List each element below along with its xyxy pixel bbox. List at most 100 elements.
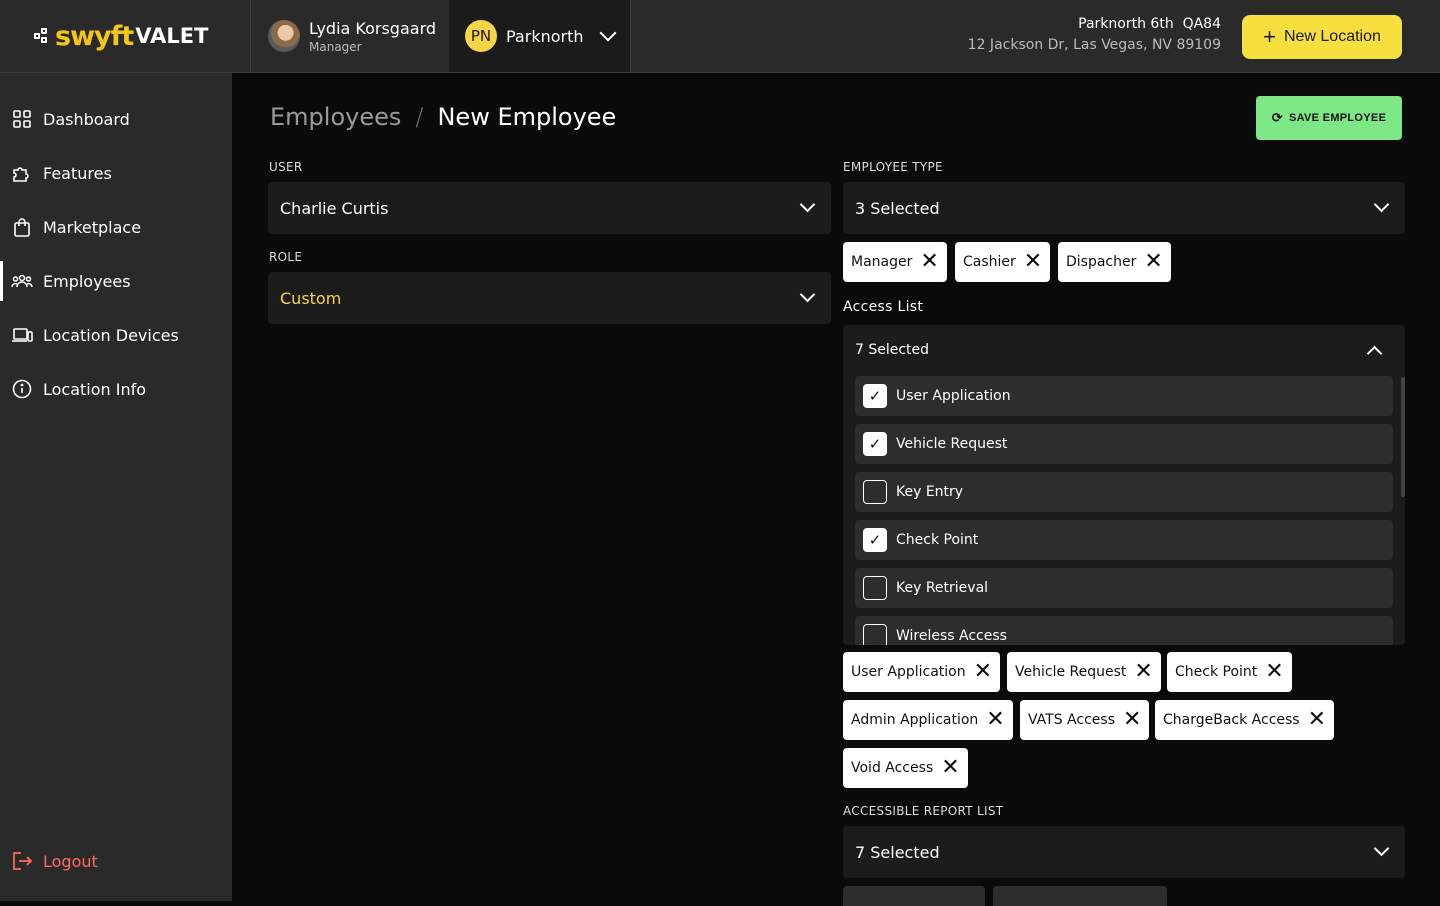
checkbox-unchecked-icon[interactable] (863, 624, 887, 645)
employee-type-chip: Manager ✕ (843, 242, 947, 282)
role-select[interactable]: Custom (268, 272, 831, 324)
chevron-up-icon (1366, 345, 1383, 362)
close-icon[interactable]: ✕ (1144, 251, 1162, 273)
top-bar: swyft VALET Lydia Korsgaard Manager PN P… (0, 0, 1440, 73)
avatar (268, 20, 300, 52)
access-chip: VATS Access ✕ (1020, 700, 1150, 740)
access-option[interactable]: ✓ Check Point (855, 520, 1393, 560)
access-chip: Check Point ✕ (1167, 652, 1292, 692)
option-label: Key Entry (896, 484, 964, 500)
sidebar-item-label: Location Info (43, 379, 147, 399)
access-option[interactable]: ✓ User Application (855, 376, 1393, 416)
option-label: Wireless Access (896, 628, 1007, 644)
save-label: SAVE EMPLOYEE (1288, 112, 1387, 124)
sidebar-item-dashboard[interactable]: Dashboard (0, 99, 232, 139)
logo-mark-icon (34, 28, 50, 44)
close-icon[interactable]: ✕ (986, 709, 1004, 731)
access-list-value: 7 Selected (855, 342, 930, 358)
option-label: Check Point (896, 532, 979, 548)
main-content: Employees / New Employee ⟳ SAVE EMPLOYEE… (232, 73, 1440, 906)
save-employee-button[interactable]: ⟳ SAVE EMPLOYEE (1256, 96, 1402, 140)
user-label: USER (269, 160, 303, 174)
chevron-down-icon (799, 286, 816, 303)
chevron-down-icon (799, 196, 816, 213)
access-chip: ChargeBack Access ✕ (1155, 700, 1335, 740)
sidebar-item-label: Location Devices (43, 325, 179, 345)
employee-type-chip: Cashier ✕ (955, 242, 1051, 282)
user-select[interactable]: Charlie Curtis (268, 182, 831, 234)
user-role: Manager (309, 39, 362, 54)
access-chip: User Application ✕ (843, 652, 1001, 692)
close-icon[interactable]: ✕ (941, 757, 959, 779)
chip-label: ChargeBack Access (1163, 712, 1300, 728)
people-icon (11, 270, 33, 292)
access-option[interactable]: Key Retrieval (855, 568, 1393, 608)
chip-label: Check Point (1175, 664, 1258, 680)
bag-icon (11, 216, 33, 238)
sidebar-item-features[interactable]: Features (0, 153, 232, 193)
breadcrumb-separator: / (415, 103, 424, 131)
checkbox-checked-icon[interactable]: ✓ (863, 432, 887, 456)
location-switcher[interactable]: PN Parknorth (449, 0, 631, 72)
chip-label: Void Access (851, 760, 934, 776)
access-option[interactable]: Key Entry (855, 472, 1393, 512)
close-icon[interactable]: ✕ (1134, 661, 1152, 683)
employee-type-label: EMPLOYEE TYPE (843, 160, 943, 174)
access-chip: Vehicle Request ✕ (1007, 652, 1161, 692)
sidebar-item-location-info[interactable]: Location Info (0, 369, 232, 409)
logout-label: Logout (43, 851, 98, 871)
checkbox-unchecked-icon[interactable] (863, 480, 887, 504)
report-list-value: 7 Selected (855, 842, 940, 862)
sidebar-item-marketplace[interactable]: Marketplace (0, 207, 232, 247)
user-menu[interactable]: Lydia Korsgaard Manager (250, 0, 449, 72)
sidebar-item-label: Features (43, 163, 112, 183)
access-list-label: Access List (843, 299, 924, 315)
user-name: Lydia Korsgaard (309, 18, 437, 38)
location-initials: PN (465, 20, 497, 52)
option-label: Vehicle Request (896, 436, 1008, 452)
close-icon[interactable]: ✕ (1123, 709, 1141, 731)
close-icon[interactable]: ✕ (1024, 251, 1042, 273)
chip-label: User Application (851, 664, 966, 680)
puzzle-icon (11, 162, 33, 184)
close-icon[interactable]: ✕ (1265, 661, 1283, 683)
report-list-select[interactable]: 7 Selected (843, 826, 1405, 878)
close-icon[interactable]: ✕ (1308, 709, 1326, 731)
close-icon[interactable]: ✕ (974, 661, 992, 683)
access-list-dropdown[interactable]: 7 Selected ✓ User Application ✓ Vehicle … (843, 325, 1405, 645)
chip-label: Cashier (963, 254, 1016, 270)
chip-label: Vehicle Request (1015, 664, 1127, 680)
close-icon[interactable]: ✕ (920, 251, 938, 273)
checkbox-checked-icon[interactable]: ✓ (863, 528, 887, 552)
user-select-value: Charlie Curtis (280, 198, 389, 218)
new-location-button[interactable]: + New Location (1242, 15, 1402, 59)
info-icon (11, 378, 33, 400)
logout-icon (11, 850, 33, 872)
logout-button[interactable]: Logout (0, 841, 232, 881)
checkbox-unchecked-icon[interactable] (863, 576, 887, 600)
page-title: New Employee (437, 103, 617, 131)
brand-logo[interactable]: swyft VALET (34, 20, 208, 52)
breadcrumb-parent[interactable]: Employees (270, 103, 401, 131)
location-address-block: Parknorth 6th QA84 12 Jackson Dr, Las Ve… (968, 16, 1221, 53)
sidebar-item-label: Employees (43, 271, 131, 291)
report-chip-partial (993, 886, 1167, 906)
access-chip: Admin Application ✕ (843, 700, 1013, 740)
location-address: 12 Jackson Dr, Las Vegas, NV 89109 (967, 37, 1221, 53)
access-option[interactable]: Wireless Access (855, 616, 1393, 645)
new-location-label: New Location (1283, 28, 1381, 45)
chevron-down-icon (599, 24, 616, 42)
role-select-value: Custom (280, 288, 342, 308)
access-option[interactable]: ✓ Vehicle Request (855, 424, 1393, 464)
checkbox-checked-icon[interactable]: ✓ (863, 384, 887, 408)
sidebar: Dashboard Features Marketplace Employees… (0, 73, 232, 901)
chip-label: Manager (851, 254, 913, 270)
sidebar-item-employees[interactable]: Employees (0, 261, 232, 301)
refresh-icon: ⟳ (1271, 110, 1283, 125)
sidebar-item-label: Marketplace (43, 217, 142, 237)
employee-type-select[interactable]: 3 Selected (843, 182, 1405, 234)
brand-part2: VALET (135, 24, 209, 48)
sidebar-item-location-devices[interactable]: Location Devices (0, 315, 232, 355)
breadcrumb: Employees / New Employee (270, 103, 616, 131)
scrollbar[interactable] (1401, 377, 1405, 497)
